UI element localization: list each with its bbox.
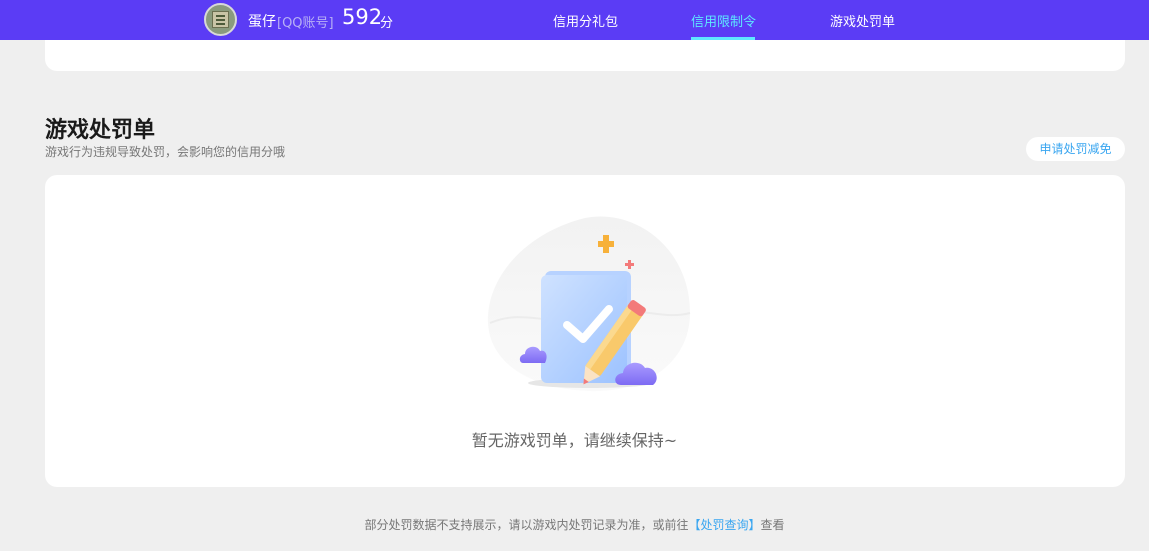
footer-suffix: 查看 <box>760 518 785 532</box>
tab-credit-restriction[interactable]: 信用限制令 <box>691 11 756 30</box>
credit-score-unit: 分 <box>380 16 394 31</box>
tab-game-penalty[interactable]: 游戏处罚单 <box>830 11 895 30</box>
footer-note: 部分处罚数据不支持展示，请以游戏内处罚记录为准，或前往【处罚查询】查看 <box>0 516 1149 533</box>
previous-section-card <box>45 40 1125 71</box>
empty-state-message: 暂无游戏罚单，请继续保持~ <box>471 431 678 450</box>
credit-score: 592 <box>342 5 383 29</box>
footer-text: 部分处罚数据不支持展示，请以游戏内处罚记录为准，或前往 <box>364 518 689 532</box>
username: 蛋仔 <box>248 14 276 30</box>
account-type-label: [QQ账号] <box>277 16 334 31</box>
section-subtitle: 游戏行为违规导致处罚，会影响您的信用分哦 <box>45 145 286 159</box>
document-pencil-icon <box>487 216 691 392</box>
apply-penalty-reduction-button[interactable]: 申请处罚减免 <box>1026 137 1125 161</box>
penalty-query-link[interactable]: 【处罚查询】 <box>688 518 760 532</box>
tab-credit-gift[interactable]: 信用分礼包 <box>553 11 618 30</box>
avatar[interactable] <box>204 3 237 36</box>
section-title: 游戏处罚单 <box>45 118 156 143</box>
avatar-image <box>212 11 229 28</box>
top-nav-bar: 蛋仔 [QQ账号] 592 分 信用分礼包 信用限制令 游戏处罚单 <box>0 0 1149 40</box>
